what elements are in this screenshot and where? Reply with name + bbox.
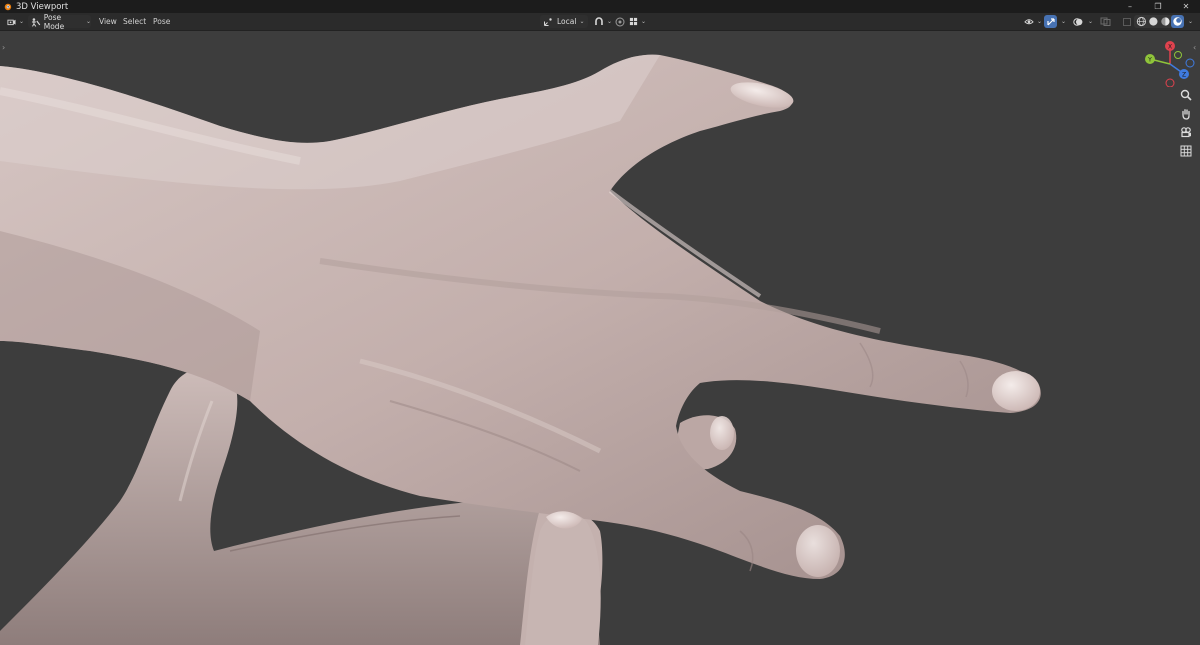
shading-mode-group <box>1134 15 1185 28</box>
xray-icon <box>1100 17 1110 26</box>
gizmo-icon <box>1046 17 1055 25</box>
gizmo-dropdown[interactable]: ⌄ <box>1058 15 1068 28</box>
blender-icon <box>4 3 12 11</box>
transform-orientation-dropdown[interactable]: Local ⌄ <box>540 15 588 28</box>
proportional-edit-button[interactable] <box>614 15 626 28</box>
shading-separator-icon <box>1122 17 1131 26</box>
chevron-down-icon: ⌄ <box>1061 18 1067 25</box>
index-nail <box>992 371 1040 411</box>
hand-model-render[interactable] <box>0 31 1200 645</box>
perspective-toggle-button[interactable] <box>1178 143 1194 159</box>
gizmo-toggle-button[interactable] <box>1044 15 1057 28</box>
menu-pose-label: Pose <box>153 17 171 26</box>
gizmo-x-label: X <box>1168 44 1172 51</box>
menu-view[interactable]: View <box>96 15 120 28</box>
zoom-button[interactable] <box>1178 87 1194 103</box>
chevron-down-icon: ⌄ <box>641 18 647 25</box>
viewport-header: ⌄ Pose Mode ⌄ View Select Pose Local ⌄ ⌄ <box>0 13 1200 31</box>
menu-pose[interactable]: Pose <box>150 15 173 28</box>
shading-dropdown[interactable]: ⌄ <box>1185 15 1195 28</box>
editor-type-icon <box>7 19 16 26</box>
window-title: 3D Viewport <box>16 1 69 12</box>
camera-icon <box>1181 127 1191 138</box>
zoom-icon <box>1180 89 1192 101</box>
gizmo-z-label: Z <box>1182 72 1186 79</box>
proportional-falloff-dropdown[interactable]: ⌄ <box>628 15 648 28</box>
mode-label: Pose Mode <box>43 12 65 31</box>
chevron-down-icon: ⌄ <box>1088 18 1094 25</box>
menu-select[interactable]: Select <box>120 15 149 28</box>
visibility-dropdown[interactable]: ⌄ <box>1022 15 1042 28</box>
pan-button[interactable] <box>1178 106 1194 122</box>
pose-mode-icon <box>31 17 41 27</box>
camera-view-button[interactable] <box>1178 124 1194 140</box>
close-button[interactable]: ✕ <box>1172 0 1200 13</box>
wireframe-shading-icon[interactable] <box>1136 16 1147 27</box>
grid-icon <box>1180 145 1192 157</box>
gizmo-neg-x[interactable] <box>1165 78 1175 87</box>
xray-toggle-button[interactable] <box>1098 15 1112 28</box>
menu-view-label: View <box>99 17 117 26</box>
solid-shading-icon[interactable] <box>1148 16 1159 27</box>
maximize-button[interactable]: ❐ <box>1144 0 1172 13</box>
overlays-dropdown[interactable]: ⌄ <box>1085 15 1095 28</box>
rendered-shading-icon <box>1173 17 1182 26</box>
shading-placeholder <box>1121 15 1132 28</box>
chevron-down-icon: ⌄ <box>85 18 91 25</box>
gizmo-neg-y[interactable] <box>1174 51 1182 59</box>
visibility-icon <box>1024 19 1034 25</box>
chevron-down-icon: ⌄ <box>1188 18 1194 25</box>
menu-select-label: Select <box>123 17 147 26</box>
window-controls: – ❐ ✕ <box>1116 0 1200 13</box>
editor-type-dropdown[interactable]: ⌄ <box>4 15 24 28</box>
navigation-gizmo[interactable]: X Y Z <box>1140 39 1196 87</box>
gizmo-neg-z[interactable] <box>1185 58 1195 68</box>
snap-icon <box>595 16 603 25</box>
gizmo-y-label: Y <box>1147 57 1152 64</box>
transform-pivot-label: Local <box>557 17 577 26</box>
chevron-down-icon: ⌄ <box>606 18 612 25</box>
toolbar-expand-arrow[interactable]: › <box>2 43 5 52</box>
material-shading-icon[interactable] <box>1160 16 1171 27</box>
window-titlebar: 3D Viewport – ❐ ✕ <box>0 0 1200 13</box>
falloff-icon <box>629 17 638 26</box>
middle-nail <box>796 525 840 577</box>
chevron-down-icon: ⌄ <box>18 18 24 25</box>
3d-viewport[interactable]: › ‹ X Y Z <box>0 31 1200 645</box>
transform-orientation-icon <box>544 17 552 26</box>
rendered-shading-button[interactable] <box>1171 15 1185 28</box>
chevron-down-icon: ⌄ <box>1036 18 1042 25</box>
pan-hand-icon <box>1182 109 1190 120</box>
minimize-button[interactable]: – <box>1116 0 1144 13</box>
mode-dropdown[interactable]: Pose Mode ⌄ <box>28 12 91 31</box>
chevron-down-icon: ⌄ <box>579 18 585 25</box>
overlays-toggle-button[interactable] <box>1071 15 1084 28</box>
snap-dropdown[interactable]: ⌄ <box>592 15 612 28</box>
proportional-edit-icon <box>615 17 625 26</box>
overlays-icon <box>1072 17 1082 26</box>
